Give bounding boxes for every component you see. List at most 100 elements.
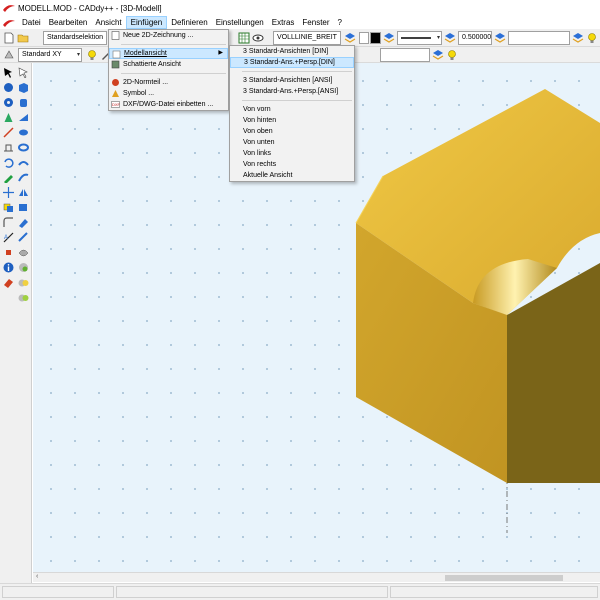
- eye-visibility-icon[interactable]: [252, 32, 264, 44]
- menu-datei[interactable]: Datei: [18, 16, 45, 29]
- hatch-icon[interactable]: [18, 232, 29, 243]
- select-arrow-icon[interactable]: [3, 67, 14, 78]
- menu-bearbeiten[interactable]: Bearbeiten: [45, 16, 92, 29]
- submenu-item-3-views-ansi[interactable]: 3 Standard-Ansichten [ANSI]: [230, 75, 354, 86]
- sphere-green-icon[interactable]: [18, 262, 29, 273]
- model-view-icon: [112, 50, 121, 59]
- line-draw-icon[interactable]: [3, 127, 14, 138]
- solid-line-icon: [401, 37, 431, 39]
- menu-item-label: Schattierte Ansicht: [123, 61, 181, 68]
- select-box-arrow-icon[interactable]: [18, 67, 29, 78]
- layer-settings-icon[interactable]: [572, 32, 584, 44]
- submenu-item-3-views-din[interactable]: 3 Standard-Ansichten [DIN]: [230, 46, 354, 57]
- menu-ansicht[interactable]: Ansicht: [91, 16, 125, 29]
- lightbulb-icon[interactable]: [586, 32, 598, 44]
- open-folder-icon[interactable]: [17, 32, 29, 44]
- menu-item-symbol[interactable]: Symbol ...: [109, 88, 228, 99]
- view-direction-icon[interactable]: [3, 49, 15, 61]
- menu-definieren[interactable]: Definieren: [167, 16, 211, 29]
- sphere-pair-icon[interactable]: [18, 277, 29, 288]
- menu-einfuegen[interactable]: Einfügen: [125, 16, 168, 29]
- shell-icon[interactable]: [18, 247, 29, 258]
- rotate-icon[interactable]: [3, 157, 14, 168]
- modellansicht-submenu: 3 Standard-Ansichten [DIN] 3 Standard-An…: [229, 45, 355, 182]
- menu-item-2d-normteil[interactable]: 2D-Normteil ...: [109, 77, 228, 88]
- wedge-icon[interactable]: [18, 112, 29, 123]
- lightbulb-icon[interactable]: [86, 49, 98, 61]
- ellipsoid-icon[interactable]: [18, 127, 29, 138]
- status-segment-3: [390, 586, 598, 598]
- selection-mode-combo[interactable]: Standardselektion: [43, 31, 107, 45]
- extrude-icon[interactable]: [3, 142, 14, 153]
- subtract-icon[interactable]: [18, 202, 29, 213]
- menu-item-schattierte-ansicht[interactable]: Schattierte Ansicht: [109, 59, 228, 70]
- submenu-item-von-links[interactable]: Von links: [230, 148, 354, 159]
- line-type-field[interactable]: VOLLLINIE_BREIT: [273, 31, 341, 45]
- submenu-item-von-vorn[interactable]: Von vorn: [230, 104, 354, 115]
- sweep-icon[interactable]: [18, 172, 29, 183]
- submenu-item-von-rechts[interactable]: Von rechts: [230, 159, 354, 170]
- layer-icon[interactable]: [494, 32, 506, 44]
- coordinate-field[interactable]: [380, 48, 430, 62]
- menu-item-label: Modellansicht: [124, 50, 167, 57]
- eraser-icon[interactable]: [3, 277, 14, 288]
- submenu-item-3-views-persp-din[interactable]: 3 Standard-Ans.+Persp.[DIN]: [230, 57, 354, 68]
- line-width-field[interactable]: 0.500000: [458, 31, 492, 45]
- menu-item-label: Von vorn: [243, 106, 271, 113]
- torus-icon[interactable]: [3, 97, 14, 108]
- menu-help[interactable]: ?: [334, 16, 346, 29]
- union-icon[interactable]: [3, 202, 14, 213]
- dimension-icon[interactable]: A: [3, 232, 14, 243]
- sphere-lime-icon[interactable]: [18, 292, 29, 303]
- menu-item-label: 3 Standard-Ans.+Persp.[ANSI]: [243, 88, 339, 95]
- submenu-item-aktuelle-ansicht[interactable]: Aktuelle Ansicht: [230, 170, 354, 181]
- submenu-item-von-unten[interactable]: Von unten: [230, 137, 354, 148]
- layer-icon[interactable]: [432, 49, 444, 61]
- cylinder-icon[interactable]: [18, 97, 29, 108]
- layer-name-field[interactable]: [508, 31, 570, 45]
- menu-item-label: Von unten: [243, 139, 275, 146]
- new-file-icon[interactable]: [3, 32, 15, 44]
- line-color-icon[interactable]: [383, 32, 395, 44]
- color-swatch-black[interactable]: [370, 32, 381, 44]
- grid-toggle-icon[interactable]: [238, 32, 250, 44]
- move-icon[interactable]: [3, 187, 14, 198]
- line-width-icon[interactable]: [444, 32, 456, 44]
- info-icon[interactable]: [3, 262, 14, 273]
- color-swatch-white[interactable]: [359, 32, 369, 44]
- menu-fenster[interactable]: Fenster: [298, 16, 333, 29]
- menu-item-modellansicht[interactable]: Modellansicht ▶: [109, 48, 228, 59]
- menu-item-label: Von oben: [243, 128, 273, 135]
- ring-icon[interactable]: [18, 142, 29, 153]
- chamfer-icon[interactable]: [18, 217, 29, 228]
- menu-item-dxf-einbetten[interactable]: DXF DXF/DWG-Datei einbetten ...: [109, 99, 228, 110]
- layer-stack-icon[interactable]: [344, 32, 356, 44]
- menu-item-label: 3 Standard-Ansichten [ANSI]: [243, 77, 333, 84]
- menu-extras[interactable]: Extras: [268, 16, 299, 29]
- document-menu-icon[interactable]: [3, 19, 15, 27]
- menu-einstellungen[interactable]: Einstellungen: [212, 16, 268, 29]
- submenu-item-von-oben[interactable]: Von oben: [230, 126, 354, 137]
- menu-item-label: Neue 2D-Zeichnung ...: [123, 32, 194, 39]
- lightbulb-icon[interactable]: [446, 49, 458, 61]
- menu-item-new-2d-drawing[interactable]: Neue 2D-Zeichnung ...: [109, 30, 228, 41]
- edit-pen-icon[interactable]: [3, 172, 14, 183]
- menu-item-label: 3 Standard-Ansichten [DIN]: [243, 48, 329, 55]
- scroll-left-icon[interactable]: ‹: [36, 573, 38, 580]
- menu-item-label: Von links: [243, 150, 272, 157]
- menu-bar: Datei Bearbeiten Ansicht Einfügen Defini…: [0, 16, 600, 29]
- sphere-icon[interactable]: [3, 82, 14, 93]
- submenu-item-3-views-persp-ansi[interactable]: 3 Standard-Ans.+Persp.[ANSI]: [230, 86, 354, 97]
- box-icon[interactable]: [18, 82, 29, 93]
- section-icon[interactable]: [3, 247, 14, 258]
- loft-icon[interactable]: [18, 157, 29, 168]
- mirror-icon[interactable]: [18, 187, 29, 198]
- horizontal-scrollbar[interactable]: ‹: [33, 572, 600, 582]
- view-plane-combo[interactable]: Standard XY ▾: [18, 48, 82, 62]
- submenu-item-von-hinten[interactable]: Von hinten: [230, 115, 354, 126]
- scrollbar-thumb[interactable]: [445, 575, 563, 581]
- cone-icon[interactable]: [3, 112, 14, 123]
- line-style-combo[interactable]: ▾: [397, 31, 442, 45]
- svg-text:A: A: [4, 235, 8, 241]
- fillet-icon[interactable]: [3, 217, 14, 228]
